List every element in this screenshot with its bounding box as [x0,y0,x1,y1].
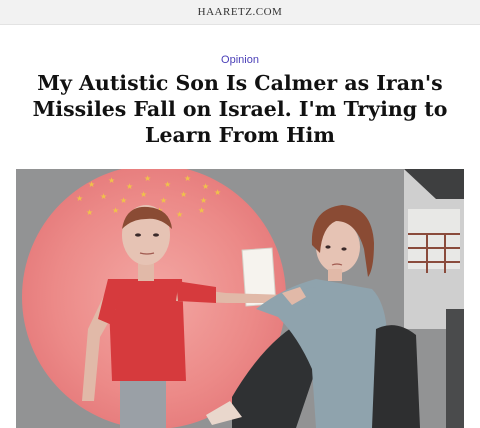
section-kicker[interactable]: Opinion [0,54,480,66]
svg-text:★: ★ [198,206,205,215]
svg-text:★: ★ [200,196,207,205]
svg-text:★: ★ [126,182,133,191]
svg-text:★: ★ [140,190,147,199]
svg-text:★: ★ [164,180,171,189]
svg-text:★: ★ [184,174,191,183]
svg-text:★: ★ [176,210,183,219]
svg-text:★: ★ [120,196,127,205]
svg-text:★: ★ [202,182,209,191]
article-headline[interactable]: My Autistic Son Is Calmer as Iran's Miss… [30,70,450,148]
article-illustration: ★★★ ★★★ ★★★ ★★★ ★★★ ★★★ ★★★ [16,169,464,428]
svg-text:★: ★ [86,208,93,217]
svg-text:★: ★ [160,196,167,205]
site-logo[interactable]: HAARETZ.COM [198,6,283,18]
svg-text:★: ★ [100,192,107,201]
svg-text:★: ★ [76,194,83,203]
svg-text:★: ★ [112,206,119,215]
svg-text:★: ★ [214,188,221,197]
svg-text:★: ★ [88,180,95,189]
svg-text:★: ★ [108,176,115,185]
site-header: HAARETZ.COM [0,0,480,25]
armchair [372,325,420,428]
svg-text:★: ★ [144,174,151,183]
svg-text:★: ★ [180,190,187,199]
